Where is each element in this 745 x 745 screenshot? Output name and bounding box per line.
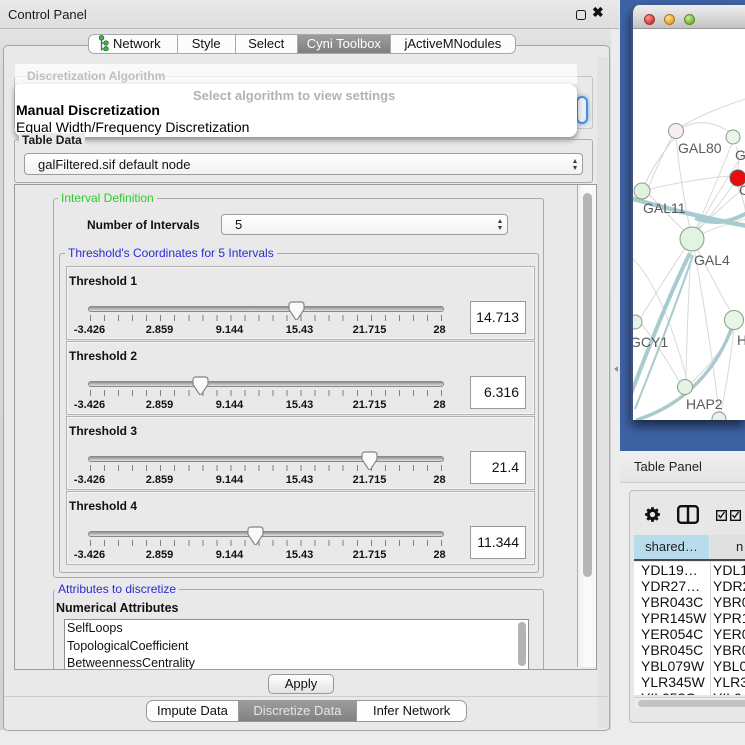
svg-text:H: H xyxy=(737,332,745,348)
svg-text:C: C xyxy=(739,182,745,198)
svg-text:G.: G. xyxy=(735,147,745,163)
svg-text:GCY1: GCY1 xyxy=(633,334,668,350)
svg-text:GAL11: GAL11 xyxy=(643,200,686,216)
svg-text:HAP2: HAP2 xyxy=(686,396,723,412)
svg-text:GAL80: GAL80 xyxy=(678,140,722,156)
svg-text:GAL4: GAL4 xyxy=(694,252,730,268)
